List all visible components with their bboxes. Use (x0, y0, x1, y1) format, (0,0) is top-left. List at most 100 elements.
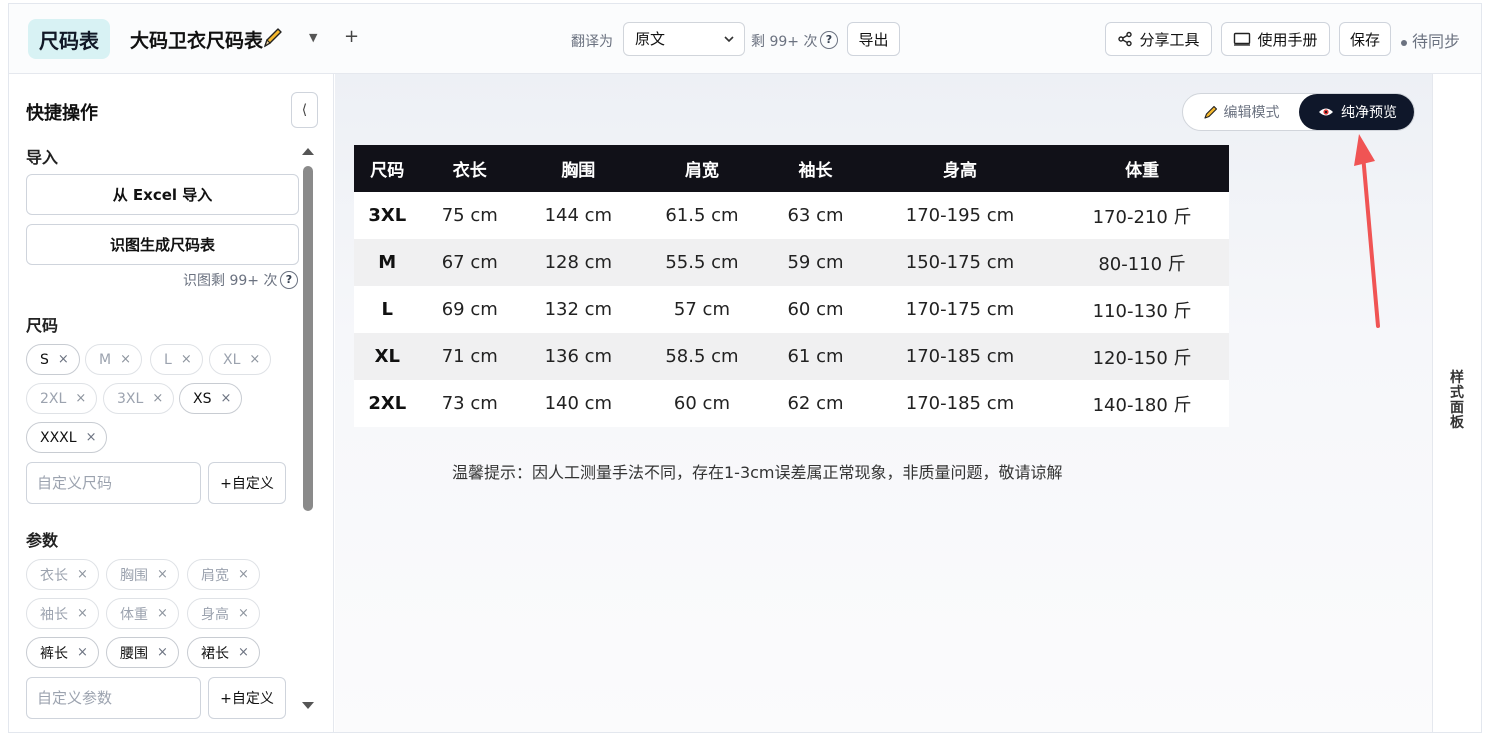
style-panel-tab[interactable]: 样式面板 (1432, 74, 1481, 732)
column-header: 尺码 (354, 145, 421, 192)
table-body: 3XL 75 cm 144 cm 61.5 cm 63 cm 170-195 cm 170-… (354, 192, 1229, 427)
size-cell: XL (354, 333, 421, 380)
remove-x-icon[interactable]: × (238, 567, 249, 582)
document-title[interactable]: 大码卫衣尺码表 (130, 26, 263, 53)
table-cell: 170-185 cm (864, 333, 1056, 380)
size-chip[interactable]: 2XL × (26, 383, 98, 414)
table-row: L 69 cm 132 cm 57 cm 60 cm 170-175 cm 110-130 … (354, 286, 1229, 333)
size-cell: L (354, 286, 421, 333)
translate-remaining-count: 剩 99+ 次 (751, 34, 818, 50)
ocr-help-icon[interactable]: ? (280, 271, 298, 289)
size-chip[interactable]: L × (150, 344, 203, 375)
param-chip[interactable]: 体重 × (106, 598, 179, 629)
save-button[interactable]: 保存 (1339, 22, 1391, 56)
remove-x-icon[interactable]: × (238, 645, 249, 660)
table-cell: 80-110 斤 (1055, 239, 1229, 286)
size-chip[interactable]: S × (26, 344, 80, 375)
table-cell: 140 cm (519, 380, 638, 427)
save-button-label: 保存 (1349, 30, 1380, 49)
column-header: 体重 (1055, 145, 1229, 192)
size-cell: 3XL (354, 192, 421, 239)
rename-pencil-icon[interactable] (262, 26, 284, 50)
ocr-generate-button[interactable]: 识图生成尺码表 (26, 224, 299, 265)
table-row: XL 71 cm 136 cm 58.5 cm 61 cm 170-185 cm 120-1… (354, 333, 1229, 380)
user-manual-button[interactable]: 使用手册 (1221, 22, 1330, 56)
table-cell: 140-180 斤 (1055, 380, 1229, 427)
remove-x-icon[interactable]: × (77, 645, 88, 660)
remove-x-icon[interactable]: × (220, 391, 231, 406)
size-chip[interactable]: XXXL × (26, 422, 108, 453)
table-cell: 60 cm (766, 286, 865, 333)
param-chip[interactable]: 衣长 × (26, 559, 99, 590)
remove-x-icon[interactable]: × (75, 391, 86, 406)
remove-x-icon[interactable]: × (58, 352, 69, 367)
document-menu-chevron-icon[interactable]: ▼ (309, 31, 317, 44)
table-cell: 62 cm (766, 380, 865, 427)
share-icon (1118, 31, 1133, 47)
excel-import-button[interactable]: 从 Excel 导入 (26, 174, 299, 215)
param-chip[interactable]: 腰围 × (106, 637, 179, 668)
size-chip[interactable]: XS × (179, 383, 243, 414)
size-cell: M (354, 239, 421, 286)
export-button[interactable]: 导出 (847, 22, 900, 56)
table-cell: 58.5 cm (637, 333, 767, 380)
param-chip[interactable]: 裙长 × (187, 637, 260, 668)
remove-x-icon[interactable]: × (77, 606, 88, 621)
param-chip[interactable]: 身高 × (187, 598, 260, 629)
ocr-remaining-count: 识图剩 99+ 次 (183, 273, 278, 289)
remove-x-icon[interactable]: × (86, 430, 97, 445)
translate-language-select[interactable]: 原文 (623, 22, 745, 56)
param-chip-label: 袖长 (40, 606, 68, 623)
table-cell: 128 cm (519, 239, 638, 286)
new-document-plus-icon[interactable]: + (344, 26, 359, 47)
remove-x-icon[interactable]: × (77, 567, 88, 582)
scroll-down-arrow-icon[interactable] (302, 702, 314, 709)
size-chip[interactable]: 3XL × (103, 383, 175, 414)
remove-x-icon[interactable]: × (238, 606, 249, 621)
sidebar-scrollbar-thumb[interactable] (303, 166, 313, 511)
remove-x-icon[interactable]: × (157, 606, 168, 621)
add-custom-param-button[interactable]: +自定义 (208, 677, 286, 719)
sync-status-text: 待同步 (1412, 32, 1461, 51)
param-chip[interactable]: 裤长 × (26, 637, 99, 668)
table-cell: 170-185 cm (864, 380, 1056, 427)
size-chip[interactable]: XL × (209, 344, 272, 375)
param-chip-label: 裙长 (201, 645, 229, 662)
remove-x-icon[interactable]: × (157, 567, 168, 582)
table-cell: 170-195 cm (864, 192, 1056, 239)
eye-icon (1319, 108, 1333, 116)
collapse-sidebar-button[interactable]: ⟨ (291, 92, 318, 128)
edit-mode-button[interactable]: 编辑模式 (1183, 94, 1299, 130)
custom-size-input[interactable]: 自定义尺码 (26, 462, 201, 504)
table-cell: 63 cm (766, 192, 865, 239)
chevron-down-icon (724, 36, 734, 43)
remove-x-icon[interactable]: × (181, 352, 192, 367)
param-chip[interactable]: 肩宽 × (187, 559, 260, 590)
top-toolbar: 尺码表 大码卫衣尺码表 ▼ + 翻译为 原文 剩 99+ 次 ? 导出 分享工具… (9, 4, 1481, 74)
table-cell: 61.5 cm (637, 192, 767, 239)
share-tool-button[interactable]: 分享工具 (1105, 22, 1212, 56)
param-chip[interactable]: 袖长 × (26, 598, 99, 629)
translate-label: 翻译为 (571, 34, 613, 50)
sync-status: 待同步 (1401, 28, 1460, 52)
clean-preview-button[interactable]: 纯净预览 (1299, 94, 1414, 130)
remove-x-icon[interactable]: × (152, 391, 163, 406)
view-mode-toggle: 编辑模式 纯净预览 (1182, 93, 1415, 131)
size-chip-label: 3XL (117, 390, 144, 407)
table-cell: 132 cm (519, 286, 638, 333)
translate-selected-value: 原文 (635, 30, 666, 48)
table-row: M 67 cm 128 cm 55.5 cm 59 cm 150-175 cm 80-110… (354, 239, 1229, 286)
add-custom-size-button[interactable]: +自定义 (208, 462, 286, 504)
remove-x-icon[interactable]: × (157, 645, 168, 660)
table-cell: 120-150 斤 (1055, 333, 1229, 380)
custom-param-input[interactable]: 自定义参数 (26, 677, 201, 719)
scroll-up-arrow-icon[interactable] (302, 148, 314, 155)
app-logo[interactable]: 尺码表 (28, 19, 110, 59)
param-chip-label: 腰围 (120, 645, 148, 662)
remove-x-icon[interactable]: × (249, 352, 260, 367)
size-chip[interactable]: M × (85, 344, 142, 375)
help-icon[interactable]: ? (820, 31, 838, 49)
remove-x-icon[interactable]: × (120, 352, 131, 367)
param-chip[interactable]: 胸围 × (106, 559, 179, 590)
table-cell: 144 cm (519, 192, 638, 239)
